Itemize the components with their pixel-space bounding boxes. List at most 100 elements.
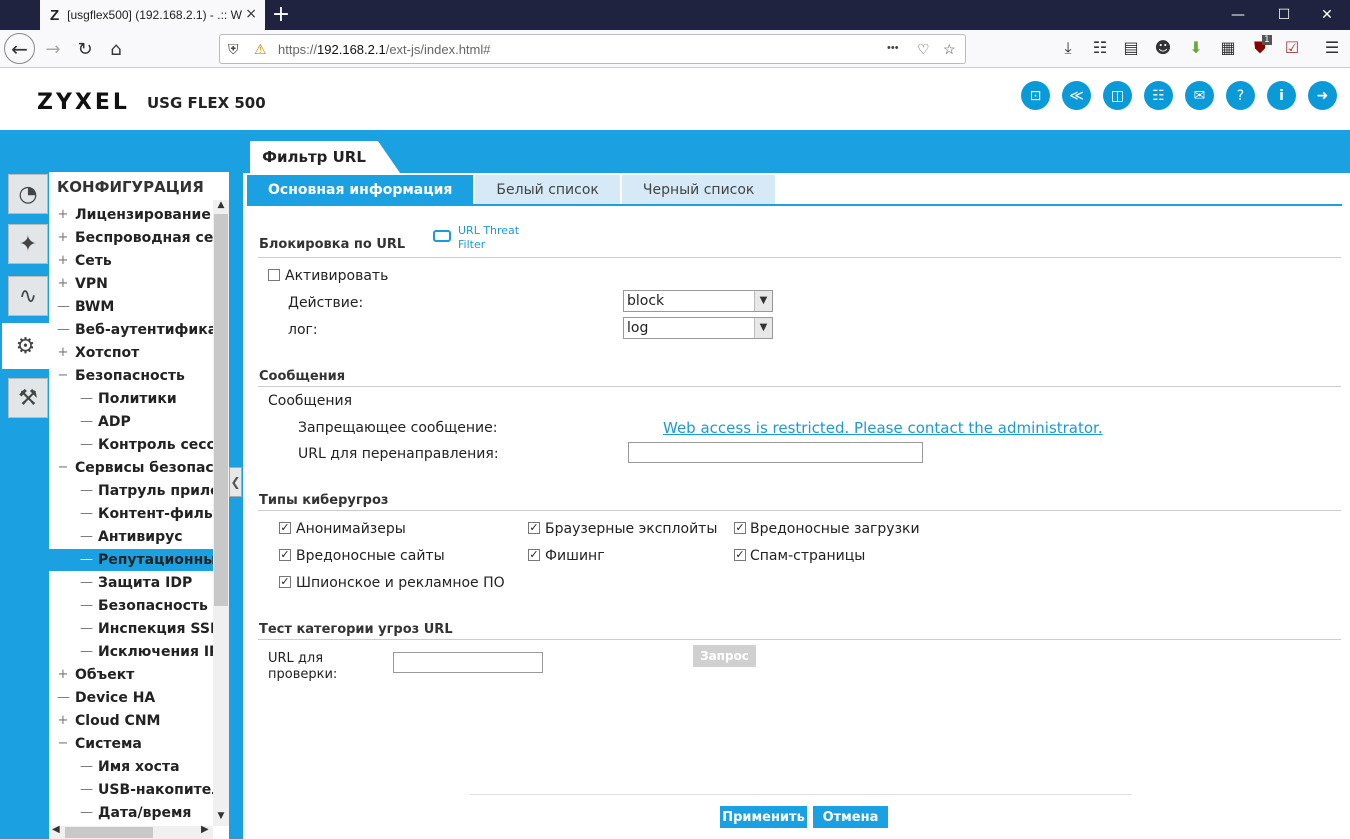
expand-plus-icon[interactable]: + [57, 204, 69, 226]
tree-item[interactable]: — Безопасность по [49, 595, 213, 617]
tree-item[interactable]: — Исключения IP-адр [49, 641, 213, 663]
tree-vertical-scrollbar[interactable]: ▲ ▼ [213, 200, 229, 826]
tree-item[interactable]: — Имя хоста [49, 756, 213, 778]
lock-warning-icon[interactable]: ⚠ [254, 41, 267, 58]
expand-plus-icon[interactable]: + [57, 342, 69, 364]
scroll-up-icon[interactable]: ▲ [213, 200, 229, 214]
activate-checkbox[interactable] [268, 269, 280, 281]
tree-item[interactable]: + Лицензирование [49, 204, 213, 226]
maintenance-tools-icon[interactable]: ⚒ [8, 378, 48, 418]
tab-whitelist[interactable]: Белый список [475, 175, 620, 204]
home-icon[interactable]: ⌂ [101, 34, 131, 64]
test-url-input[interactable] [393, 652, 543, 673]
scroll-down-icon[interactable]: ▼ [213, 811, 229, 825]
menu-icon[interactable]: ☰ [1321, 38, 1343, 57]
new-tab-button[interactable]: + [271, 2, 291, 27]
pocket-icon[interactable]: ♡ [917, 41, 930, 58]
reader-view-icon[interactable]: ▤ [1120, 38, 1142, 57]
dashboard-icon[interactable]: ◔ [8, 174, 48, 214]
shield-icon[interactable]: ⛨ [228, 41, 239, 58]
wizard-icon[interactable]: ✦ [8, 224, 48, 264]
apply-button[interactable]: Применить [720, 806, 807, 828]
tree-item[interactable]: + VPN [49, 273, 213, 295]
help-icon[interactable]: ? [1226, 81, 1255, 110]
configuration-gear-icon[interactable]: ⚙ [2, 323, 49, 369]
query-button[interactable]: Запрос [693, 645, 756, 667]
close-window-icon[interactable]: ✕ [1304, 0, 1350, 30]
url-threat-filter-link[interactable]: URL Threat Filter [433, 224, 528, 254]
chat-icon[interactable]: ✉ [1185, 81, 1214, 110]
log-select[interactable]: log ▼ [623, 317, 773, 339]
extension-download-icon[interactable]: ⬇ [1185, 38, 1207, 57]
scroll-left-icon[interactable]: ◀ [52, 824, 60, 835]
minimize-icon[interactable]: — [1215, 0, 1261, 30]
extension-grid-icon[interactable]: ▦ [1217, 38, 1239, 57]
tree-item[interactable]: — BWM [49, 296, 213, 318]
browser-exploits-checkbox[interactable]: ✓ [528, 522, 540, 534]
deny-message-link[interactable]: Web access is restricted. Please contact… [663, 419, 1103, 437]
maximize-icon[interactable]: ☐ [1261, 0, 1307, 30]
collapse-sidebar-icon[interactable]: ❮ [229, 467, 242, 497]
tree-item[interactable]: — Device HA [49, 687, 213, 709]
account-icon[interactable]: ☻ [1152, 38, 1174, 57]
tree-item[interactable]: — Защита IDP [49, 572, 213, 594]
chevron-down-icon[interactable]: ▼ [754, 318, 772, 338]
tree-item[interactable]: + Беспроводная сеть [49, 227, 213, 249]
download-icon[interactable]: ⤓ [1057, 38, 1079, 58]
tree-item[interactable]: − Система [49, 733, 213, 755]
back-icon[interactable]: ← [4, 33, 35, 64]
tree-horizontal-scrollbar[interactable]: ◀ ▶ [49, 824, 213, 839]
tree-item[interactable]: — Репутационный [49, 549, 213, 571]
monitor-icon[interactable]: ∿ [8, 276, 48, 316]
info-icon[interactable]: i [1267, 81, 1296, 110]
tree-item[interactable]: — Веб-аутентификация [49, 319, 213, 341]
tree-item[interactable]: + Хотспот [49, 342, 213, 364]
page-actions-icon[interactable]: ••• [887, 42, 899, 54]
tree-item[interactable]: — Антивирус [49, 526, 213, 548]
bookmark-star-icon[interactable]: ☆ [943, 41, 956, 58]
spam-pages-checkbox[interactable]: ✓ [734, 549, 746, 561]
malicious-sites-checkbox[interactable]: ✓ [279, 549, 291, 561]
tree-item[interactable]: — Политики [49, 388, 213, 410]
tree-item[interactable]: −Сервисы безопасности [49, 457, 213, 479]
object-icon[interactable]: ◫ [1103, 81, 1132, 110]
expand-plus-icon[interactable]: + [57, 250, 69, 272]
tree-item[interactable]: + Cloud CNM [49, 710, 213, 732]
tab-blacklist[interactable]: Черный список [621, 175, 776, 204]
redirect-url-input[interactable] [628, 442, 923, 463]
tree-item[interactable]: — Инспекция SSL [49, 618, 213, 640]
tree-item[interactable]: + Сеть [49, 250, 213, 272]
hscroll-thumb[interactable] [65, 827, 153, 838]
tree-item[interactable]: — ADP [49, 411, 213, 433]
phishing-checkbox[interactable]: ✓ [528, 549, 540, 561]
scroll-right-icon[interactable]: ▶ [201, 824, 209, 835]
cli-icon[interactable]: ≪ [1062, 81, 1091, 110]
library-icon[interactable]: ☷ [1089, 38, 1111, 57]
expand-plus-icon[interactable]: + [57, 710, 69, 732]
malicious-downloads-checkbox[interactable]: ✓ [734, 522, 746, 534]
network-map-icon[interactable]: ☷ [1144, 81, 1173, 110]
expand-plus-icon[interactable]: + [57, 664, 69, 686]
action-select[interactable]: block ▼ [623, 290, 773, 312]
anonymizers-checkbox[interactable]: ✓ [279, 522, 291, 534]
tree-item[interactable]: — Патруль приложений [49, 480, 213, 502]
utf-link-line2[interactable]: Filter [458, 238, 485, 251]
tab-close-icon[interactable]: × [245, 6, 257, 22]
chevron-down-icon[interactable]: ▼ [754, 291, 772, 311]
spyware-adware-checkbox[interactable]: ✓ [279, 576, 291, 588]
expand-plus-icon[interactable]: + [57, 273, 69, 295]
cancel-button[interactable]: Отмена [813, 806, 888, 828]
logout-icon[interactable]: ➜ [1308, 81, 1337, 110]
extension-check-icon[interactable]: ☑ [1281, 38, 1303, 57]
tree-item[interactable]: — Дата/время [49, 802, 213, 824]
tab-general[interactable]: Основная информация [247, 175, 474, 204]
expand-plus-icon[interactable]: + [57, 227, 69, 249]
tree-item[interactable]: + Объект [49, 664, 213, 686]
reload-icon[interactable]: ↻ [70, 34, 100, 64]
console-icon[interactable]: ⊡ [1021, 81, 1050, 110]
browser-tab[interactable]: Z [usgflex500] (192.168.2.1) - .:: Web × [40, 0, 265, 30]
url-bar[interactable]: ⛨ ⚠ https://192.168.2.1/ext-js/index.htm… [219, 34, 966, 64]
forward-icon[interactable]: → [38, 34, 68, 64]
tree-item[interactable]: — USB-накопитель [49, 779, 213, 801]
scroll-thumb[interactable] [214, 214, 228, 606]
